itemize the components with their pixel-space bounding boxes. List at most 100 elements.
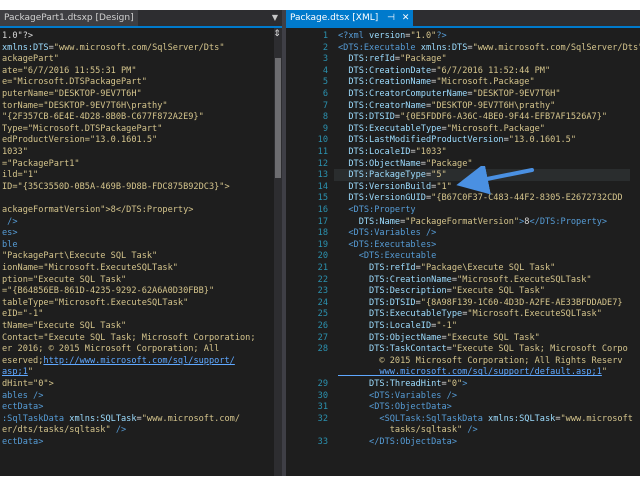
code-token: puterName="DESKTOP-9EV7T6H" (2, 89, 142, 99)
right-code-view[interactable]: 1 <?xml version="1.0"?> 2 <DTS:Executable x… (286, 28, 640, 476)
tab-packagepart-design[interactable]: PackagePart1.dtsxp [Design] (0, 10, 138, 26)
code-token: DTS:refId (338, 263, 416, 273)
chevron-down-icon[interactable]: ▼ (272, 10, 278, 26)
code-token: "DESKTOP-9EV7T6H" (472, 89, 561, 99)
code-line: eserved;http://www.microsoft.com/sql/sup… (2, 355, 235, 367)
line-number: 10 (317, 135, 328, 146)
right-tabbar: Package.dtsx [XML] ⊣ ✕ (286, 10, 640, 28)
code-token: "Execute SQL Task; Microsoft Corpo (451, 344, 628, 355)
code-line: Contact="Execute SQL Task; Microsoft Cor… (2, 332, 256, 344)
code-line: <DTS:ObjectData> (338, 401, 452, 413)
code-token: "www.microsoft.com/SqlServer/Dts" (53, 42, 225, 53)
code-line: torName="DESKTOP-9EV7T6H\prathy" (2, 100, 168, 112)
code-line: xmlns:DTS="www.microsoft.com/SqlServer/D… (2, 42, 225, 54)
close-icon[interactable]: ✕ (402, 13, 410, 23)
code-token: "Microsoft.Package" (436, 77, 535, 88)
line-number: 3 (322, 54, 328, 65)
code-line: DTS:refId="Package\Execute SQL Task" (338, 262, 555, 274)
code-link[interactable]: asp;1 (2, 367, 28, 377)
code-line: ="{B64856EB-861D-4235-9292-62A6A0D30FBB}… (2, 285, 214, 297)
code-line: <?xml version="1.0"?> (338, 30, 447, 42)
code-token: er/dts/tasks/sqltask" (2, 425, 111, 436)
left-scroll-thumb[interactable] (275, 58, 281, 178)
code-token: ate="6/7/2016 11:55:31 PM" (2, 65, 137, 76)
code-line: DTS:CreationName="Microsoft.Package" (338, 76, 535, 88)
code-token: DTS:CreationDate (338, 65, 432, 76)
code-token: torName="DESKTOP-9EV7T6H\prathy" (2, 100, 168, 111)
line-number: 26 (317, 321, 328, 331)
code-line: ectData> (2, 401, 43, 413)
code-line: dHint="0"> (2, 378, 54, 390)
code-token: DTS:Name (338, 216, 401, 227)
code-token: ackagePart" (2, 54, 59, 65)
code-line: DTS:refId="Package" (338, 53, 447, 65)
left-code-view[interactable]: 1.0"?> xmlns:DTS="www.microsoft.com/SqlSe… (0, 28, 282, 476)
code-line: er/dts/tasks/sqltask" /> (2, 424, 126, 436)
code-line: 1.0"?> (2, 30, 33, 42)
left-vertical-scrollbar[interactable] (274, 28, 282, 476)
code-token: " (27, 367, 34, 378)
code-token: ionName="Microsoft.ExecuteSQLTask" (2, 263, 178, 273)
code-line: DTS:CreationName="Microsoft.ExecuteSQLTa… (338, 274, 592, 286)
code-token: "-1" (436, 321, 458, 331)
code-token: DTS:DTSID (338, 112, 395, 123)
line-number: 27 (317, 332, 328, 343)
code-token: > (462, 379, 468, 389)
code-token: ?> (436, 31, 447, 41)
code-token: ectData> (2, 402, 44, 413)
code-line: ="PackagePart1" (2, 158, 80, 170)
code-line: DTS:PackageType="5" (338, 169, 446, 181)
code-line: DTS:VersionBuild="1" (338, 181, 452, 193)
code-token: "13.0.1601.5" (508, 135, 577, 146)
line-number: 21 (317, 263, 328, 273)
code-line: :SqlTaskData xmlns:SQLTask="www.microsof… (2, 413, 240, 425)
pin-icon[interactable]: ⊣ (387, 13, 395, 23)
tab-package-xml[interactable]: Package.dtsx [XML] ⊣ ✕ (286, 10, 414, 26)
line-number: 1 (322, 31, 328, 41)
code-line: DTS:DTSID="{0E5FDDF6-A36C-4BE0-9F44-EFB7… (338, 111, 607, 123)
code-token: ble (2, 239, 18, 250)
code-token: "Execute SQL Task" (446, 332, 540, 343)
line-number: 32 (317, 413, 328, 424)
code-line: <DTS:Executable (338, 250, 437, 262)
code-token: "www.microsoft.com/ (141, 413, 241, 424)
code-token: DTS:ExecutableType (338, 309, 463, 320)
code-link[interactable]: http://www.microsoft.com/sql/support/ (43, 356, 234, 366)
code-token: e="Microsoft.DTSPackagePart" (2, 77, 147, 88)
code-line: DTS:Name="PackageFormatVersion">8</DTS:P… (338, 216, 607, 228)
code-line: ild="1" (2, 169, 38, 181)
line-number: 7 (322, 100, 328, 111)
code-token: "6/7/2016 11:52:44 PM" (436, 65, 551, 76)
line-number: 13 (317, 170, 328, 181)
code-line: edProductVersion="13.0.1601.5" (2, 134, 157, 146)
code-token: DTS:CreationName (338, 274, 452, 285)
code-token: eID="-1" (2, 309, 44, 320)
code-token: :SqlTaskData (2, 413, 70, 424)
code-token: DTS:DTSID (338, 297, 416, 308)
code-line: DTS:CreationDate="6/7/2016 11:52:44 PM" (338, 65, 550, 77)
code-link[interactable]: www.microsoft.com/sql/support/default.as… (338, 367, 601, 377)
code-token: "DESKTOP-9EV7T6H\prathy" (431, 100, 556, 111)
code-line: ate="6/7/2016 11:55:31 PM" (2, 65, 137, 77)
code-line: DTS:DTSID="{8A98F139-1C60-4D3D-A2FE-AE33… (338, 297, 623, 309)
code-token: ectData> (2, 437, 44, 447)
code-token: /> (462, 425, 478, 436)
line-number: 15 (317, 193, 328, 204)
code-token: "Package" (400, 54, 447, 65)
line-number: 23 (317, 286, 328, 297)
code-token: ="PackagePart1" (2, 158, 80, 169)
line-number: 16 (317, 205, 328, 215)
code-token: "PackagePart\Execute SQL Task" (2, 251, 158, 262)
code-line: <DTS:Variables /> (338, 390, 457, 402)
code-line: DTS:ThreadHint="0"> (338, 378, 467, 390)
code-token: <DTS:Executables> (338, 239, 437, 250)
split-icon[interactable]: ⇕ (273, 28, 281, 40)
code-token: <DTS:Variables /> (338, 390, 457, 401)
code-token: edProductVersion="13.0.1601.5" (2, 135, 158, 146)
line-number (304, 366, 328, 378)
code-token: dHint="0"> (2, 379, 54, 389)
code-token: ables /> (2, 390, 44, 401)
code-token: Type="Microsoft.DTSPackagePart" (2, 123, 163, 134)
code-token: DTS:ExecutableType (338, 123, 442, 134)
code-token: DTS:LocaleID (338, 147, 411, 157)
